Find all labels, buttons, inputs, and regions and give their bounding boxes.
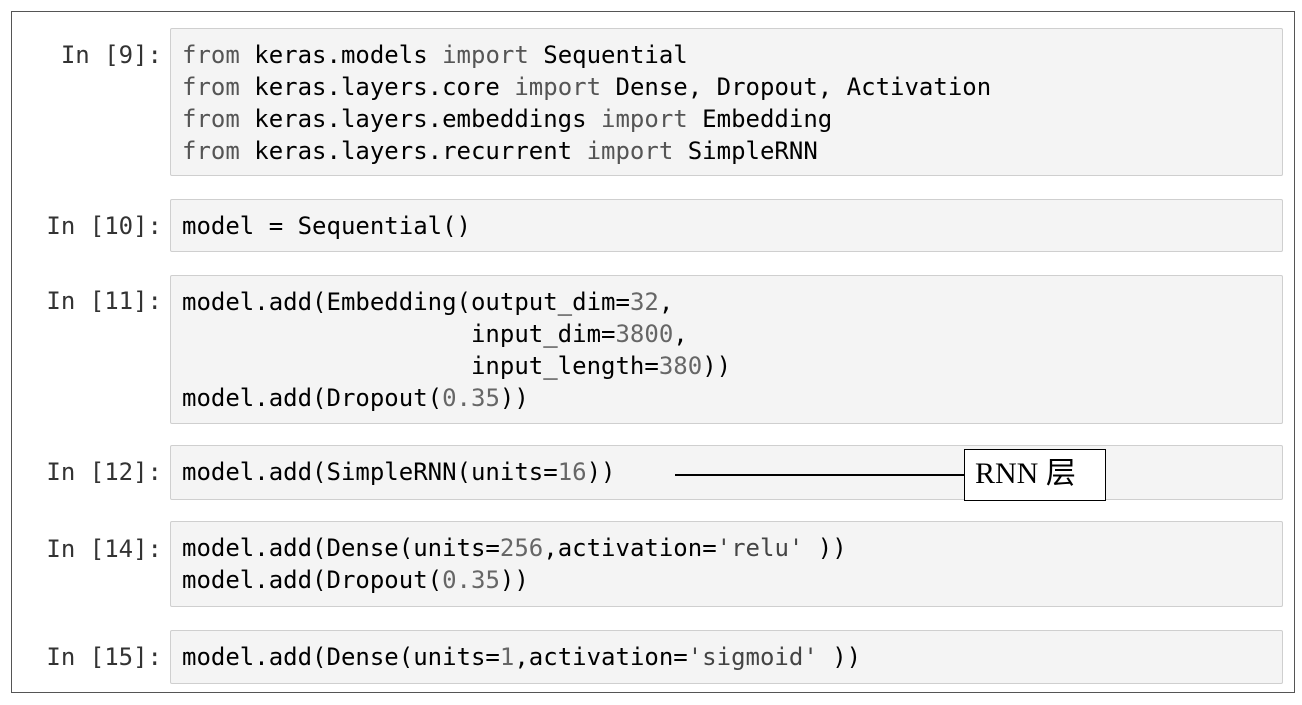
code-cell[interactable]: model.add(Dense(units=1,activation='sigm… xyxy=(170,630,1283,684)
code-token: input_length= xyxy=(182,352,659,380)
input-prompt: In [10]: xyxy=(46,212,162,240)
code-keyword: from xyxy=(182,137,240,165)
code-block[interactable]: from keras.models import Sequential from… xyxy=(182,39,991,167)
code-cell[interactable]: model = Sequential() xyxy=(170,199,1283,252)
code-token: )) xyxy=(499,566,529,594)
input-prompt: In [9]: xyxy=(60,41,162,69)
code-token: )) xyxy=(702,352,732,380)
code-keyword: from xyxy=(182,73,240,101)
code-token: model = Sequential() xyxy=(182,212,471,240)
code-block[interactable]: model.add(Dense(units=256,activation='re… xyxy=(182,532,847,596)
input-prompt: In [14]: xyxy=(46,535,162,563)
code-number: 32 xyxy=(629,288,659,316)
code-token: , xyxy=(673,320,688,348)
code-string: 'relu' xyxy=(716,534,804,562)
code-token: input_dim= xyxy=(182,320,616,348)
code-token: keras.models xyxy=(239,41,443,69)
code-block[interactable]: model = Sequential() xyxy=(182,210,471,242)
code-number: 380 xyxy=(658,352,703,380)
code-number: 3800 xyxy=(615,320,674,348)
code-token: keras.layers.recurrent xyxy=(239,137,587,165)
code-number: 0.35 xyxy=(442,384,500,412)
code-cell[interactable]: from keras.models import Sequential from… xyxy=(170,28,1283,176)
code-cell[interactable]: model.add(Embedding(output_dim=32, input… xyxy=(170,275,1283,424)
code-token: ,activation= xyxy=(543,534,717,562)
code-token: )) xyxy=(586,458,616,486)
code-number: 0.35 xyxy=(442,566,500,594)
code-token: )) xyxy=(817,643,862,671)
input-prompt: In [15]: xyxy=(46,643,162,671)
code-token: Dense, Dropout, Activation xyxy=(601,73,992,101)
code-number: 256 xyxy=(499,534,544,562)
code-token: model.add(Embedding(output_dim= xyxy=(182,288,630,316)
code-keyword: import xyxy=(601,105,688,133)
code-token: )) xyxy=(499,384,529,412)
code-token: model.add(Dense(units= xyxy=(182,534,500,562)
code-token: model.add(SimpleRNN(units= xyxy=(182,458,558,486)
code-block[interactable]: model.add(SimpleRNN(units=16)) xyxy=(182,456,616,488)
annotation-label: RNN 层 xyxy=(964,449,1106,501)
code-keyword: import xyxy=(442,41,529,69)
annotation-leader-line xyxy=(675,474,965,476)
input-prompt: In [11]: xyxy=(46,287,162,315)
code-token: keras.layers.core xyxy=(239,73,515,101)
code-number: 16 xyxy=(557,458,587,486)
code-token: keras.layers.embeddings xyxy=(239,105,602,133)
code-block[interactable]: model.add(Embedding(output_dim=32, input… xyxy=(182,286,731,414)
code-token: )) xyxy=(803,534,847,562)
code-keyword: import xyxy=(514,73,602,101)
code-keyword: import xyxy=(586,137,674,165)
input-prompt: In [12]: xyxy=(46,458,162,486)
code-keyword: from xyxy=(182,41,240,69)
code-token: model.add(Dense(units= xyxy=(182,643,500,671)
code-block[interactable]: model.add(Dense(units=1,activation='sigm… xyxy=(182,641,861,673)
code-token: model.add(Dropout( xyxy=(182,566,443,594)
code-string: 'sigmoid' xyxy=(687,643,818,671)
code-token: Sequential xyxy=(528,41,688,69)
code-cell[interactable]: model.add(Dense(units=256,activation='re… xyxy=(170,521,1283,607)
code-token: model.add(Dropout( xyxy=(182,384,443,412)
code-keyword: from xyxy=(182,105,240,133)
code-token: Embedding xyxy=(687,105,833,133)
code-token: , xyxy=(658,288,674,316)
code-number: 1 xyxy=(499,643,515,671)
code-cell[interactable]: model.add(SimpleRNN(units=16)) xyxy=(170,445,1283,500)
code-token: SimpleRNN xyxy=(673,137,818,165)
code-token: ,activation= xyxy=(514,643,688,671)
